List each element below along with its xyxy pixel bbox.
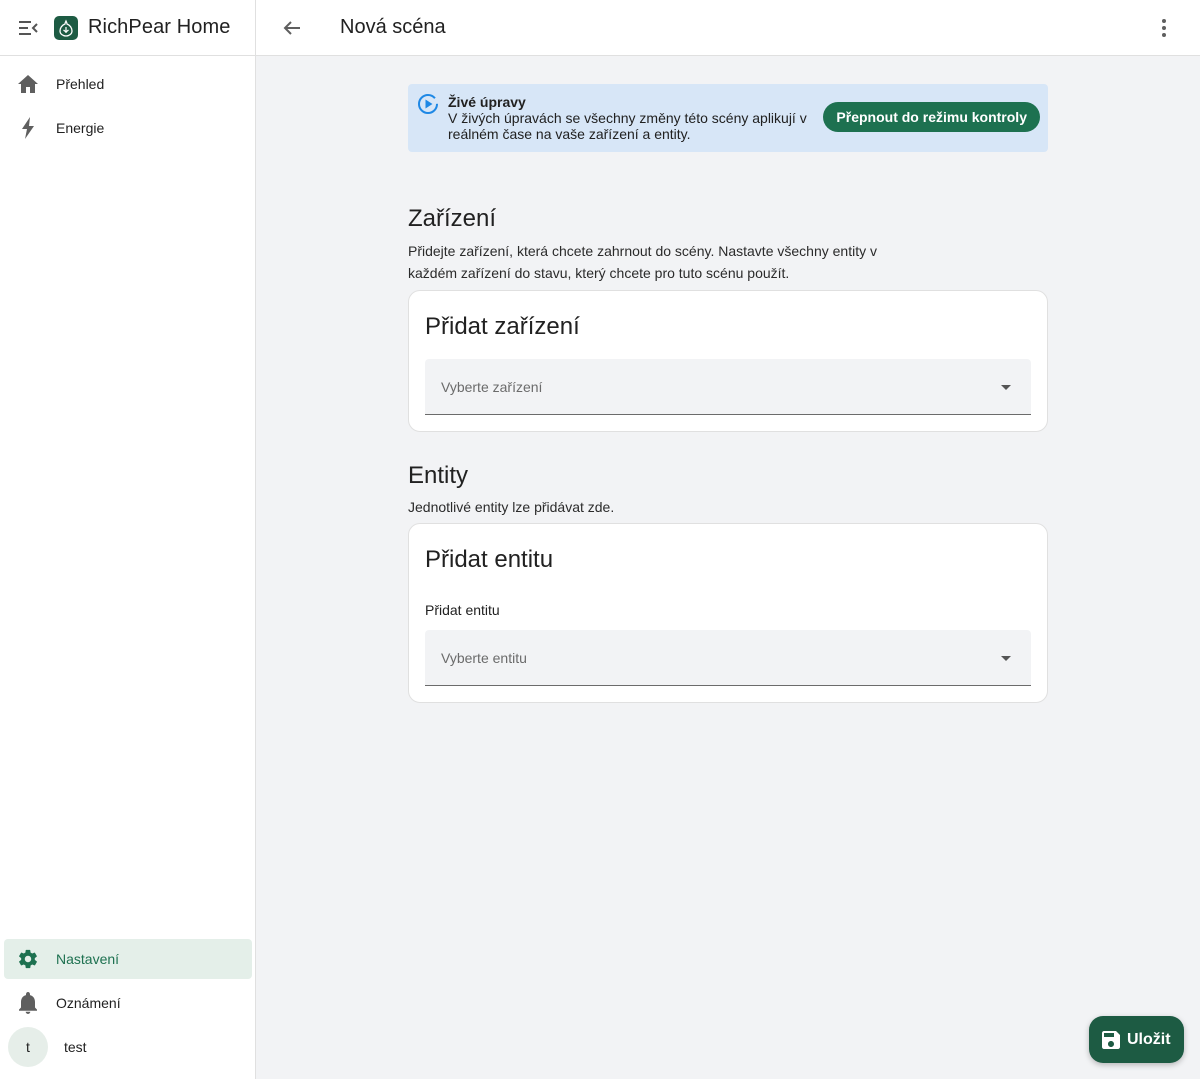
user-name: test	[64, 1039, 87, 1055]
sidebar-item-label: Přehled	[56, 76, 105, 92]
caret-down-icon	[1001, 385, 1011, 390]
home-icon	[16, 72, 40, 96]
entity-select-placeholder: Vyberte entitu	[441, 649, 527, 666]
entity-field-label: Přidat entitu	[425, 602, 500, 618]
avatar: t	[8, 1027, 48, 1067]
app-logo-icon	[54, 15, 78, 40]
sidebar-item-user[interactable]: t test	[4, 1027, 252, 1067]
entities-section-title: Entity	[408, 462, 469, 489]
back-button[interactable]	[272, 8, 312, 48]
add-entity-card-title: Přidat entitu	[425, 546, 554, 573]
floppy-disk-icon	[1101, 1030, 1121, 1050]
app-title: RichPear Home	[88, 16, 231, 38]
save-button[interactable]: Uložit	[1089, 1016, 1184, 1063]
devices-section-desc-line2: každém zařízení do stavu, který chcete p…	[408, 265, 790, 281]
play-circle-icon	[417, 93, 439, 115]
sidebar-header: RichPear Home	[0, 0, 255, 56]
devices-section-title: Zařízení	[408, 205, 497, 232]
sidebar-item-label: Oznámení	[56, 995, 121, 1011]
page-title: Nová scéna	[340, 16, 446, 38]
devices-section-desc-line1: Přidejte zařízení, která chcete zahrnout…	[408, 243, 877, 259]
device-select-placeholder: Vyberte zařízení	[441, 378, 543, 395]
gear-icon	[16, 947, 40, 971]
menu-collapse-icon[interactable]	[18, 18, 38, 38]
arrow-left-icon	[283, 20, 300, 35]
caret-down-icon	[1001, 656, 1011, 661]
alert-body-line2: reálném čase na vaše zařízení a entity.	[448, 126, 691, 142]
sidebar: RichPear Home Přehled Energie Nastavení …	[0, 0, 256, 1079]
main-content: Živé úpravy V živých úpravách se všechny…	[408, 84, 1048, 703]
alert-body-line1: V živých úpravách se všechny změny této …	[448, 110, 807, 126]
live-edit-alert: Živé úpravy V živých úpravách se všechny…	[408, 84, 1048, 152]
add-device-card-title: Přidat zařízení	[425, 313, 580, 340]
top-bar: Nová scéna	[256, 0, 1200, 56]
bell-icon	[16, 991, 40, 1015]
device-select[interactable]: Vyberte zařízení	[425, 359, 1031, 415]
alert-title: Živé úpravy	[448, 94, 526, 110]
sidebar-item-label: Nastavení	[56, 951, 120, 967]
entity-select[interactable]: Vyberte entitu	[425, 630, 1031, 686]
more-vertical-icon	[1162, 19, 1166, 37]
sidebar-item-energy[interactable]: Energie	[4, 108, 252, 148]
more-options-button[interactable]	[1144, 8, 1184, 48]
save-button-label: Uložit	[1127, 1030, 1171, 1048]
entities-section-desc: Jednotlivé entity lze přidávat zde.	[408, 499, 615, 515]
add-entity-card: Přidat entitu Přidat entitu Vyberte enti…	[408, 523, 1048, 703]
add-device-card: Přidat zařízení Vyberte zařízení	[408, 290, 1048, 432]
switch-to-review-mode-button[interactable]: Přepnout do režimu kontroly	[823, 102, 1040, 132]
sidebar-item-settings[interactable]: Nastavení	[4, 939, 252, 979]
lightning-bolt-icon	[16, 116, 40, 140]
sidebar-item-overview[interactable]: Přehled	[4, 64, 252, 104]
sidebar-item-notifications[interactable]: Oznámení	[4, 983, 252, 1023]
sidebar-item-label: Energie	[56, 120, 105, 136]
